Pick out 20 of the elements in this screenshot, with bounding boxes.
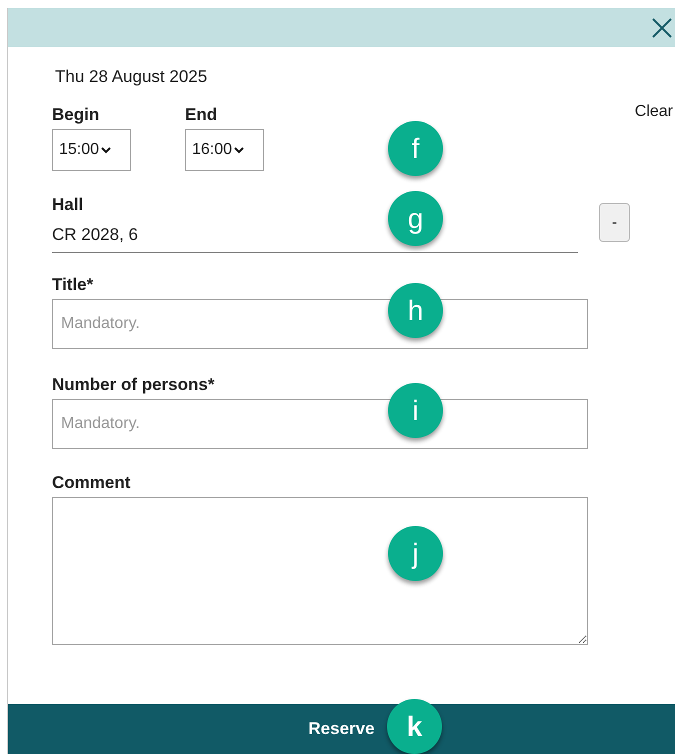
time-label: Begin (52, 105, 100, 125)
comment-field[interactable] (52, 497, 588, 645)
close-icon[interactable] (651, 16, 673, 38)
time-select[interactable]: 16:00 (185, 129, 264, 171)
date-heading: Thu 28 August 2025 (55, 67, 208, 87)
remove-button[interactable]: - (599, 203, 630, 242)
annotation-marker: i (388, 383, 443, 438)
field-label: Title* (52, 275, 94, 295)
time-select[interactable]: 15:00 (52, 129, 131, 171)
field-label: Number of persons* (52, 375, 216, 395)
comment-label: Comment (52, 473, 132, 493)
annotation-marker: g (388, 191, 443, 246)
chevron-icon (234, 146, 244, 154)
annotation-marker: k (387, 699, 442, 754)
time-label: End (185, 105, 218, 125)
hall-label: Hall (52, 195, 84, 215)
clear-link[interactable]: Clear (634, 103, 673, 121)
annotation-marker: h (388, 283, 443, 338)
annotation-marker: f (388, 121, 443, 176)
chevron-icon (101, 146, 112, 154)
